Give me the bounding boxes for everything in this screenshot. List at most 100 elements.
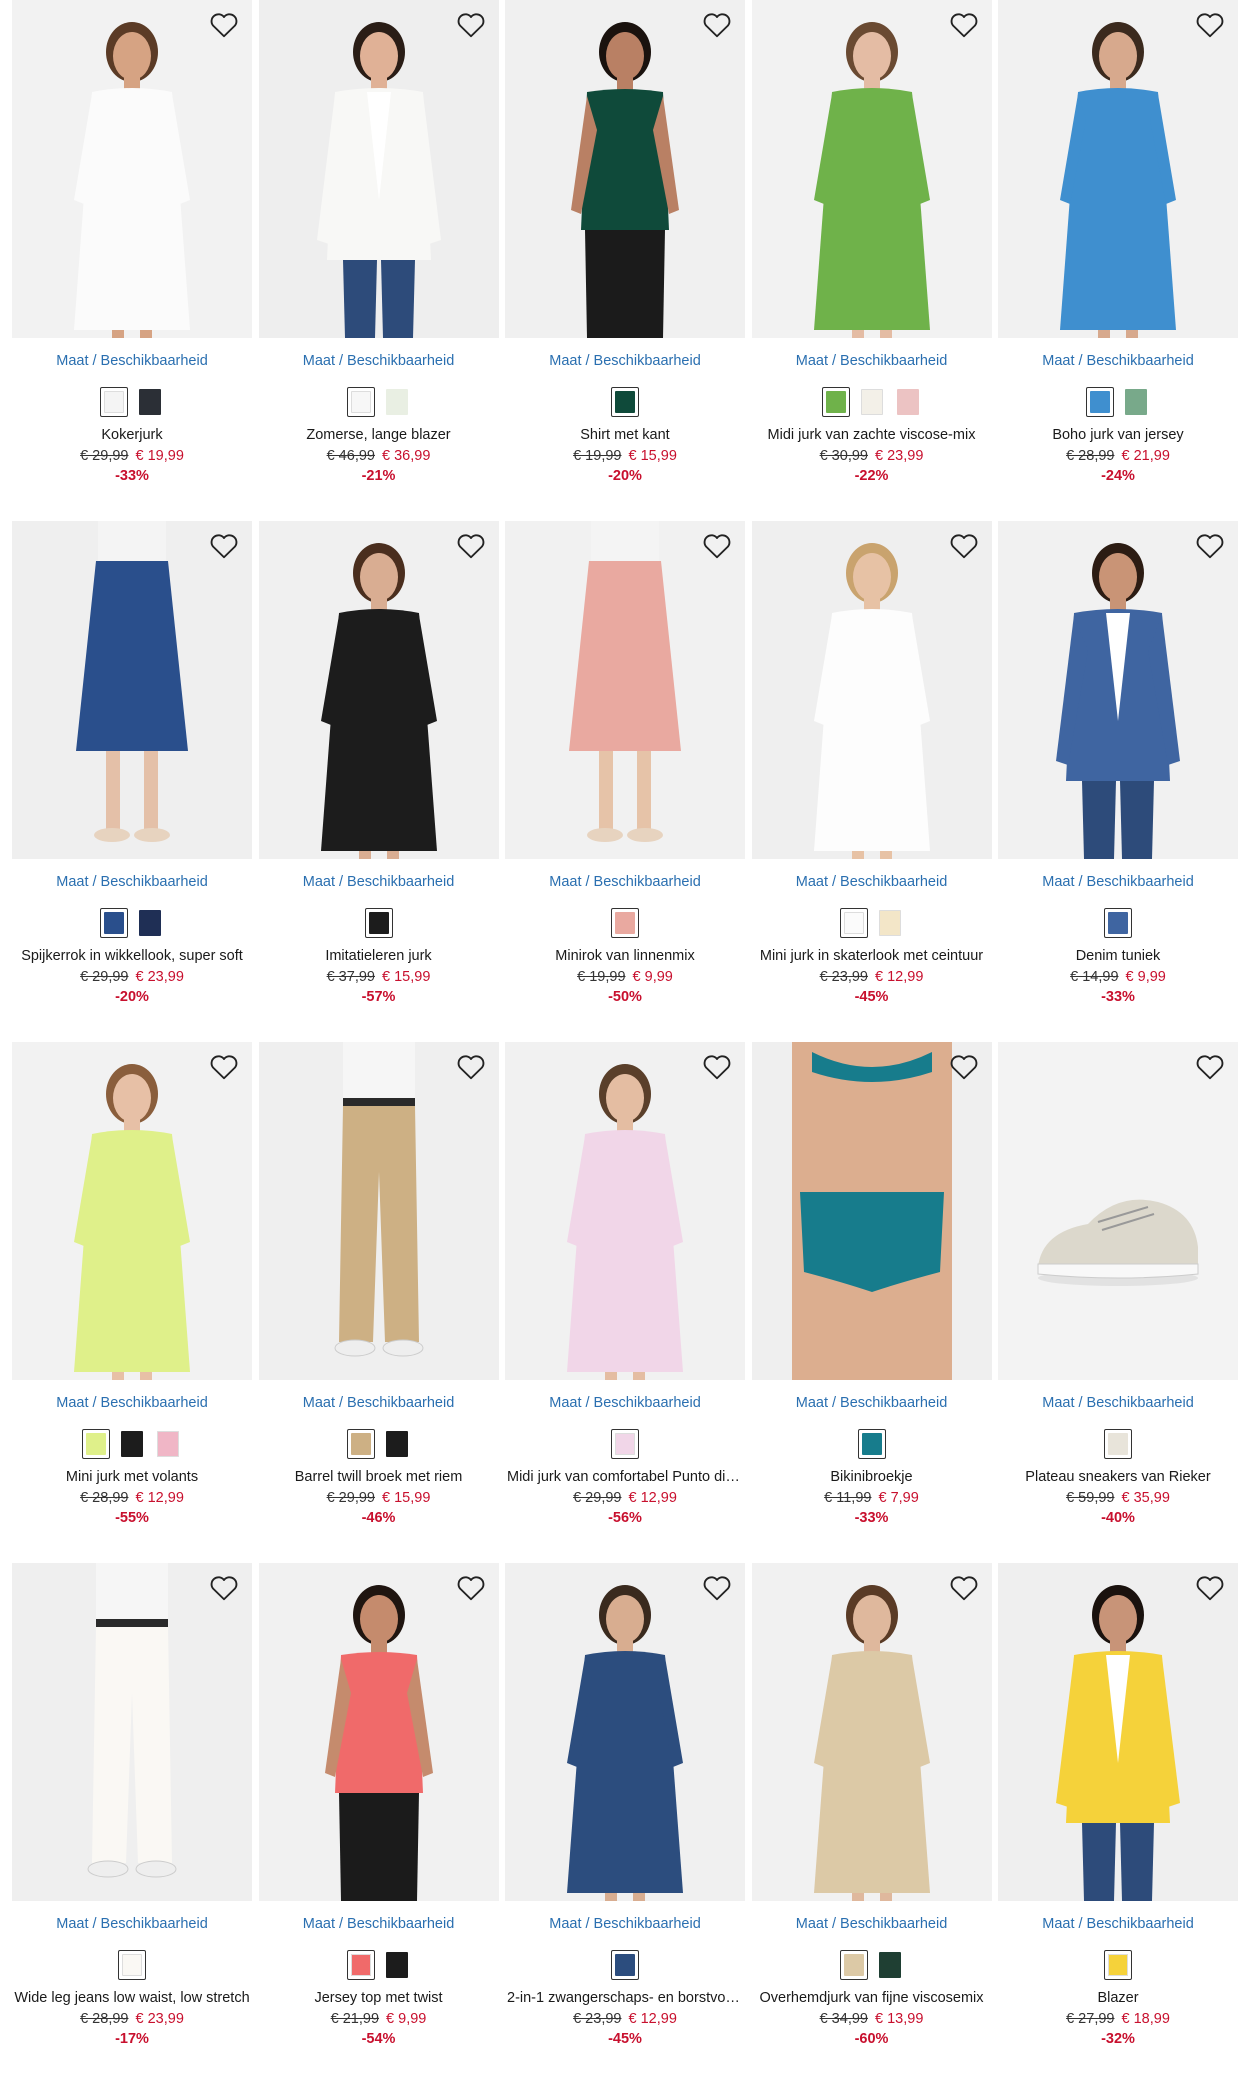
product-name[interactable]: Blazer [998,1990,1238,2009]
product-image[interactable] [751,521,992,859]
size-availability-link[interactable]: Maat / Beschikbaarheid [12,353,252,371]
product-card[interactable]: Maat / Beschikbaarheid Jersey top met tw… [258,1563,499,2084]
product-card[interactable]: Maat / Beschikbaarheid Denim tuniek € 14… [998,521,1238,1042]
color-swatch[interactable] [857,1429,886,1459]
size-availability-link[interactable]: Maat / Beschikbaarheid [505,1916,745,1934]
product-card[interactable]: Maat / Beschikbaarheid Mini jurk in skat… [751,521,992,1042]
product-name[interactable]: Boho jurk van jersey [998,427,1238,446]
wishlist-heart-icon[interactable] [701,1573,733,1603]
product-name[interactable]: Bikinibroekje [752,1469,992,1488]
size-availability-link[interactable]: Maat / Beschikbaarheid [752,353,992,371]
wishlist-heart-icon[interactable] [455,10,487,40]
color-swatch[interactable] [383,387,411,417]
size-availability-link[interactable]: Maat / Beschikbaarheid [259,1395,499,1413]
product-image[interactable] [12,1563,252,1901]
product-card[interactable]: Maat / Beschikbaarheid Boho jurk van jer… [998,0,1238,521]
color-swatch[interactable] [100,387,128,417]
product-image[interactable] [258,521,499,859]
product-image[interactable] [751,1042,992,1380]
color-swatch[interactable] [839,1950,868,1980]
product-name[interactable]: Midi jurk van comfortabel Punto di Roma [505,1469,745,1488]
color-swatch[interactable] [118,1950,146,1980]
product-name[interactable]: Zomerse, lange blazer [259,427,499,446]
product-name[interactable]: Denim tuniek [998,948,1238,967]
product-card[interactable]: Maat / Beschikbaarheid Plateau sneakers … [998,1042,1238,1563]
product-card[interactable]: Maat / Beschikbaarheid Minirok van linne… [505,521,745,1042]
size-availability-link[interactable]: Maat / Beschikbaarheid [259,353,499,371]
product-card[interactable]: Maat / Beschikbaarheid Spijkerrok in wik… [12,521,252,1042]
color-swatch[interactable] [858,387,886,417]
product-image[interactable] [998,521,1238,859]
size-availability-link[interactable]: Maat / Beschikbaarheid [998,353,1238,371]
product-card[interactable]: Maat / Beschikbaarheid Blazer € 27,99 € … [998,1563,1238,2084]
color-swatch[interactable] [894,387,922,417]
size-availability-link[interactable]: Maat / Beschikbaarheid [12,1395,252,1413]
size-availability-link[interactable]: Maat / Beschikbaarheid [998,874,1238,892]
wishlist-heart-icon[interactable] [701,531,733,561]
wishlist-heart-icon[interactable] [1194,1052,1226,1082]
product-card[interactable]: Maat / Beschikbaarheid Shirt met kant € … [505,0,745,521]
product-card[interactable]: Maat / Beschikbaarheid Midi jurk van com… [505,1042,745,1563]
wishlist-heart-icon[interactable] [948,1052,980,1082]
product-image[interactable] [12,1042,252,1380]
size-availability-link[interactable]: Maat / Beschikbaarheid [505,874,745,892]
color-swatch[interactable] [611,1429,639,1459]
product-image[interactable] [751,1563,992,1901]
product-card[interactable]: Maat / Beschikbaarheid Zomerse, lange bl… [258,0,499,521]
product-image[interactable] [505,1563,745,1901]
size-availability-link[interactable]: Maat / Beschikbaarheid [998,1916,1238,1934]
color-swatch[interactable] [346,1429,375,1459]
wishlist-heart-icon[interactable] [1194,531,1226,561]
color-swatch[interactable] [611,908,639,938]
product-image[interactable] [258,0,499,338]
wishlist-heart-icon[interactable] [948,531,980,561]
color-swatch[interactable] [136,387,164,417]
wishlist-heart-icon[interactable] [208,1573,240,1603]
color-swatch[interactable] [136,908,164,938]
product-image[interactable] [505,521,745,859]
product-name[interactable]: Mini jurk in skaterlook met ceintuur [752,948,992,967]
product-image[interactable] [258,1042,499,1380]
color-swatch[interactable] [118,1429,146,1459]
wishlist-heart-icon[interactable] [701,1052,733,1082]
product-card[interactable]: Maat / Beschikbaarheid Wide leg jeans lo… [12,1563,252,2084]
size-availability-link[interactable]: Maat / Beschikbaarheid [998,1395,1238,1413]
color-swatch[interactable] [154,1429,182,1459]
color-swatch[interactable] [1104,1950,1132,1980]
color-swatch[interactable] [611,387,639,417]
color-swatch[interactable] [839,908,868,938]
color-swatch[interactable] [346,1950,375,1980]
color-swatch[interactable] [1104,908,1132,938]
size-availability-link[interactable]: Maat / Beschikbaarheid [505,1395,745,1413]
size-availability-link[interactable]: Maat / Beschikbaarheid [259,1916,499,1934]
wishlist-heart-icon[interactable] [948,10,980,40]
size-availability-link[interactable]: Maat / Beschikbaarheid [12,1916,252,1934]
color-swatch[interactable] [383,1429,411,1459]
size-availability-link[interactable]: Maat / Beschikbaarheid [12,874,252,892]
size-availability-link[interactable]: Maat / Beschikbaarheid [259,874,499,892]
color-swatch[interactable] [383,1950,411,1980]
size-availability-link[interactable]: Maat / Beschikbaarheid [752,1916,992,1934]
product-card[interactable]: Maat / Beschikbaarheid Midi jurk van zac… [751,0,992,521]
product-name[interactable]: 2-in-1 zwangerschaps- en borstvoedingsju… [505,1990,745,2009]
wishlist-heart-icon[interactable] [208,10,240,40]
product-name[interactable]: Mini jurk met volants [12,1469,252,1488]
color-swatch[interactable] [876,908,904,938]
wishlist-heart-icon[interactable] [208,1052,240,1082]
product-name[interactable]: Imitatieleren jurk [259,948,499,967]
wishlist-heart-icon[interactable] [1194,1573,1226,1603]
color-swatch[interactable] [1086,387,1114,417]
wishlist-heart-icon[interactable] [455,1052,487,1082]
color-swatch[interactable] [821,387,850,417]
size-availability-link[interactable]: Maat / Beschikbaarheid [752,874,992,892]
product-name[interactable]: Minirok van linnenmix [505,948,745,967]
product-name[interactable]: Spijkerrok in wikkellook, super soft [12,948,252,967]
product-card[interactable]: Maat / Beschikbaarheid Mini jurk met vol… [12,1042,252,1563]
color-swatch[interactable] [1122,387,1150,417]
product-name[interactable]: Shirt met kant [505,427,745,446]
product-image[interactable] [12,521,252,859]
product-name[interactable]: Kokerjurk [12,427,252,446]
product-name[interactable]: Jersey top met twist [259,1990,499,2009]
product-card[interactable]: Maat / Beschikbaarheid Kokerjurk € 29,99… [12,0,252,521]
product-image[interactable] [12,0,252,338]
